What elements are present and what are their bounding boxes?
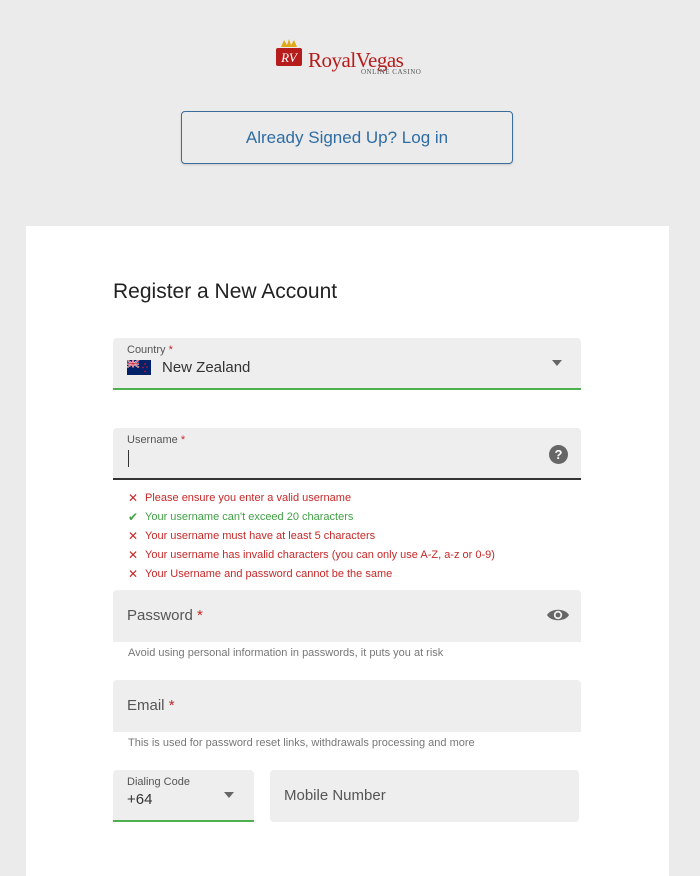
cross-icon: ✕ xyxy=(128,490,139,505)
eye-icon[interactable] xyxy=(546,606,570,624)
royal-vegas-logo: RV RoyalVegas ONLINE CASINO xyxy=(274,36,424,78)
validation-rule: ✕ Your username has invalid characters (y… xyxy=(128,547,495,562)
dialing-code-select[interactable]: Dialing Code +64 xyxy=(113,770,254,822)
validation-rule: ✕ Your Username and password cannot be th… xyxy=(128,566,393,581)
password-label: Password * xyxy=(127,607,203,624)
mobile-number-input[interactable]: Mobile Number xyxy=(270,770,579,822)
text-cursor xyxy=(128,450,129,467)
username-label: Username * xyxy=(127,434,186,446)
validation-rule: ✕ Your username must have at least 5 char… xyxy=(128,528,376,543)
validation-rule: ✕ Please ensure you enter a valid usernam… xyxy=(128,490,352,505)
logo-subtitle: ONLINE CASINO xyxy=(361,68,422,76)
check-icon: ✔ xyxy=(128,509,139,524)
username-input[interactable]: Username * xyxy=(113,428,581,480)
country-label: Country * xyxy=(127,344,173,356)
mobile-number-placeholder: Mobile Number xyxy=(284,787,386,804)
password-hint: Avoid using personal information in pass… xyxy=(128,647,444,659)
cross-icon: ✕ xyxy=(128,528,139,543)
country-select[interactable]: Country * New Zealand xyxy=(113,338,581,390)
email-label: Email * xyxy=(127,697,175,714)
password-input[interactable]: Password * xyxy=(113,590,581,642)
chevron-down-icon xyxy=(224,792,234,798)
dialing-code-label: Dialing Code xyxy=(127,776,190,788)
validation-rule: ✔ Your username can't exceed 20 character… xyxy=(128,509,354,524)
chevron-down-icon xyxy=(552,360,562,366)
email-input[interactable]: Email * xyxy=(113,680,581,732)
help-icon[interactable]: ? xyxy=(549,445,568,464)
cross-icon: ✕ xyxy=(128,566,139,581)
crown-shield-icon: RV xyxy=(276,39,302,66)
username-validation-list: ✕ Please ensure you enter a valid usernam… xyxy=(128,488,495,583)
email-hint: This is used for password reset links, w… xyxy=(128,737,475,749)
cross-icon: ✕ xyxy=(128,547,139,562)
page-title: Register a New Account xyxy=(113,280,338,303)
nz-flag-icon xyxy=(127,360,151,375)
logo-mark: RV xyxy=(280,50,299,65)
login-button[interactable]: Already Signed Up? Log in xyxy=(181,111,513,164)
country-value: New Zealand xyxy=(162,359,251,376)
dialing-code-value: +64 xyxy=(127,791,153,808)
